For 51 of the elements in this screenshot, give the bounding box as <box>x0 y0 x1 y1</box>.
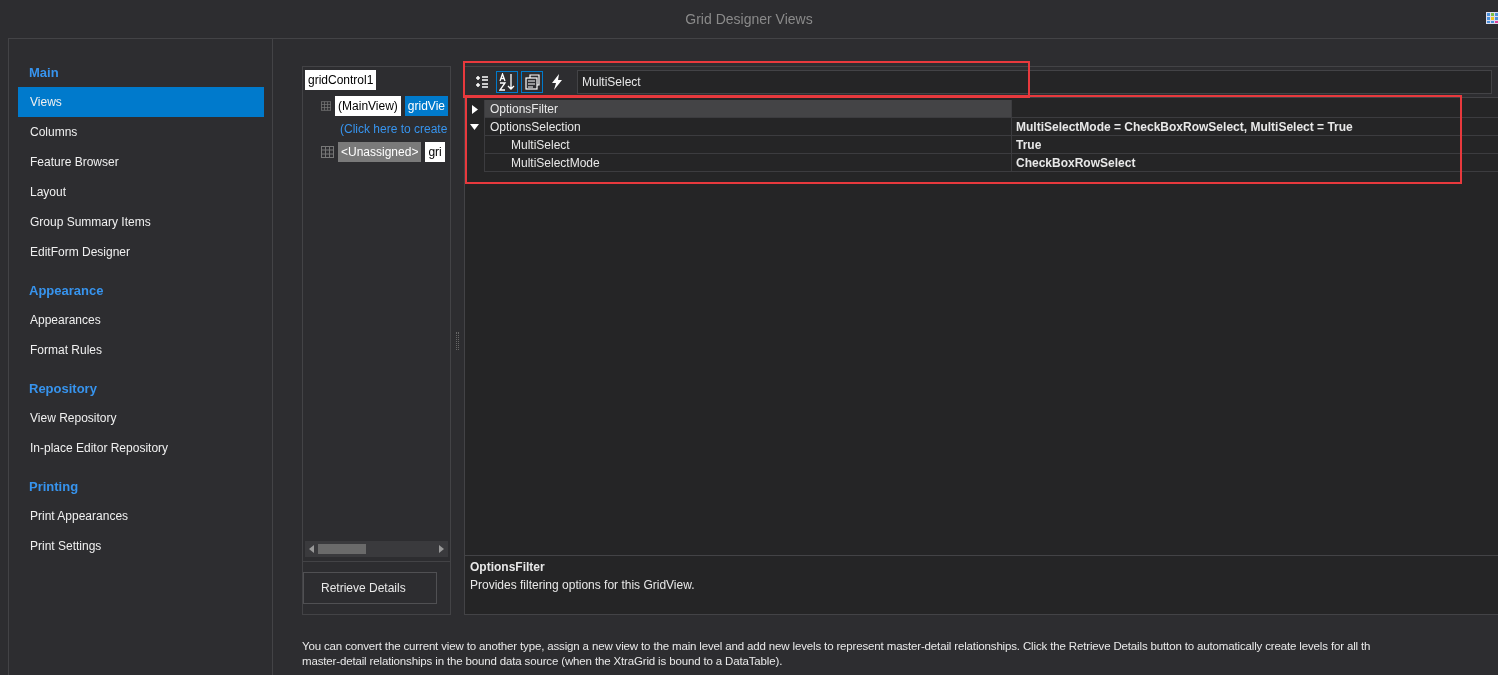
collapse-arrow-icon <box>470 124 479 130</box>
toolbar-button[interactable] <box>496 71 518 93</box>
toolbar-button[interactable] <box>521 71 543 93</box>
horizontal-scrollbar[interactable] <box>305 541 448 557</box>
level-node[interactable]: (MainView) <box>335 96 401 116</box>
property-name[interactable]: MultiSelect <box>484 136 1011 154</box>
property-value[interactable]: MultiSelectMode = CheckBoxRowSelect, MultiSelect = True <box>1011 118 1498 136</box>
grid-icon <box>321 146 334 158</box>
categorized-icon <box>475 75 489 89</box>
retrieve-details-button[interactable]: Retrieve Details <box>303 572 437 604</box>
help-text: master-detail relationships in the bound data source (when the XtraGrid is bound to a DataTable). <box>302 654 784 669</box>
description-text: Provides filtering options for this GridView. <box>470 578 696 592</box>
lightning-icon <box>551 74 563 90</box>
nav-item[interactable]: Columns <box>18 117 264 147</box>
nav-item[interactable]: Format Rules <box>18 335 264 365</box>
view-node[interactable]: gridVie <box>404 96 448 116</box>
nav-item[interactable]: Feature Browser <box>18 147 264 177</box>
nav-item[interactable]: Group Summary Items <box>18 207 264 237</box>
nav-item[interactable]: Print Settings <box>18 531 264 561</box>
window-title: Grid Designer Views <box>685 11 813 27</box>
property-value[interactable]: True <box>1011 136 1498 154</box>
help-text: You can convert the current view to another type, assign a new view to the main level and add new levels to represent master-detail relationships. Click the Retrieve Details button to automatically create levels for all th <box>302 639 1372 654</box>
group-heading: Printing <box>28 478 80 496</box>
description-title: OptionsFilter <box>470 560 546 574</box>
group-heading: Repository <box>28 380 98 398</box>
nav-item[interactable]: EditForm Designer <box>18 237 264 267</box>
group-heading: Main <box>28 64 60 82</box>
create-level-link[interactable]: (Click here to create <box>321 122 448 136</box>
grid-app-icon <box>1486 12 1498 24</box>
nav-item[interactable]: Views <box>18 87 264 117</box>
scroll-left-icon <box>309 545 314 553</box>
property-pages-icon <box>524 74 540 90</box>
nav-item[interactable]: Print Appearances <box>18 501 264 531</box>
nav-item[interactable]: Layout <box>18 177 264 207</box>
group-heading: Appearance <box>28 282 105 300</box>
scroll-right-icon <box>439 545 444 553</box>
sort-az-icon <box>499 73 515 91</box>
nav-item[interactable]: Appearances <box>18 305 264 335</box>
property-name[interactable]: MultiSelectMode <box>484 154 1011 172</box>
property-name[interactable]: OptionsSelection <box>484 118 1011 136</box>
nav-item[interactable]: In-place Editor Repository <box>18 433 264 463</box>
grid-icon <box>321 100 332 112</box>
level-node[interactable]: <Unassigned> <box>338 142 422 162</box>
search-field[interactable]: MultiSelect <box>577 70 1492 94</box>
view-node[interactable]: gri <box>425 142 445 162</box>
splitter-grip[interactable] <box>456 331 459 350</box>
tree-node[interactable]: gridControl1 <box>305 70 377 90</box>
nav-item[interactable]: View Repository <box>18 403 264 433</box>
property-name[interactable]: OptionsFilter <box>484 100 1011 118</box>
expand-arrow-icon <box>471 104 478 114</box>
property-value[interactable]: CheckBoxRowSelect <box>1011 154 1498 172</box>
